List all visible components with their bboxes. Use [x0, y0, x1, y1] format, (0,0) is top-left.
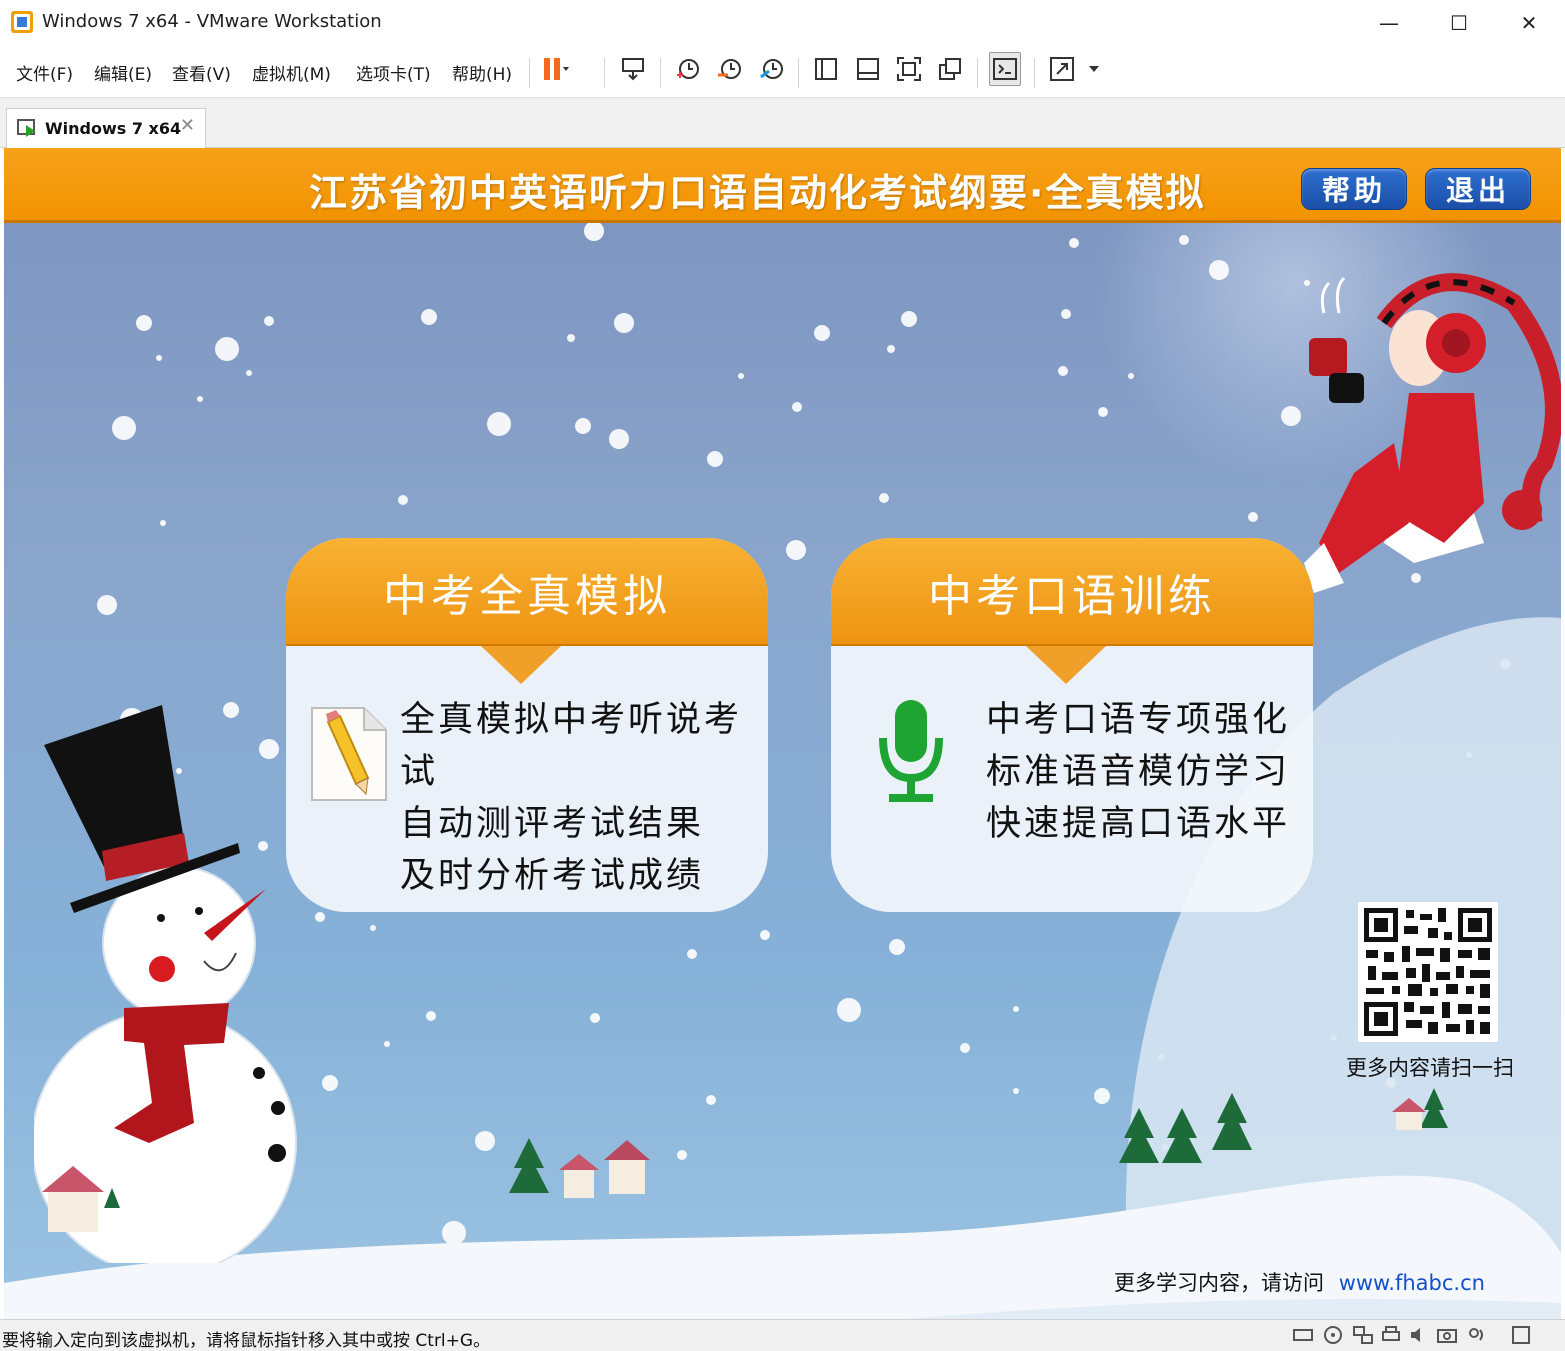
- card-line: 自动测评考试结果: [400, 804, 705, 844]
- message-log-icon[interactable]: [1510, 1324, 1532, 1346]
- usb-device-icon[interactable]: [1466, 1324, 1488, 1346]
- snapshot-icon[interactable]: [672, 52, 704, 86]
- printer-icon[interactable]: [1380, 1324, 1402, 1346]
- camera-icon[interactable]: [1436, 1324, 1458, 1346]
- vm-tab-label: Windows 7 x64: [45, 119, 182, 138]
- thumbnail-bar-icon[interactable]: [852, 52, 884, 86]
- vm-tab[interactable]: Windows 7 x64 ✕: [6, 108, 206, 148]
- menu-edit[interactable]: 编辑(E): [94, 60, 152, 85]
- app-title: 江苏省初中英语听力口语自动化考试纲要·全真模拟: [309, 171, 1206, 215]
- village-scenery: [42, 1088, 1448, 1232]
- console-view-icon[interactable]: [989, 52, 1021, 86]
- guest-screen[interactable]: 江苏省初中英语听力口语自动化考试纲要·全真模拟 帮助 退出 中考全真模拟 全真模…: [4, 148, 1561, 1319]
- card-arrow: [1026, 646, 1106, 684]
- menu-file[interactable]: 文件(F): [16, 60, 73, 85]
- card-line: 全真模拟中考听说考试: [400, 700, 743, 792]
- revert-snapshot-icon[interactable]: [714, 52, 746, 86]
- exit-button[interactable]: 退出: [1425, 168, 1531, 210]
- menu-view[interactable]: 查看(V): [172, 60, 231, 85]
- vm-running-icon: [17, 119, 35, 137]
- microphone-icon: [879, 700, 943, 802]
- oral-training-card[interactable]: 中考口语训练 中考口语专项强化 标准语音模仿学习 快速提高口语水平: [831, 538, 1313, 912]
- card-title: 中考口语训练: [928, 571, 1216, 622]
- card-line: 及时分析考试成绩: [400, 856, 705, 896]
- menu-help[interactable]: 帮助(H): [452, 60, 512, 85]
- footer: 更多学习内容，请访问 www.fhabc.cn: [1114, 1267, 1485, 1297]
- network-icon[interactable]: [1352, 1324, 1374, 1346]
- help-button[interactable]: 帮助: [1301, 168, 1407, 210]
- qr-code-image: [1358, 902, 1498, 1042]
- snapshot-manager-icon[interactable]: [756, 52, 788, 86]
- full-screen-icon[interactable]: [893, 52, 925, 86]
- window-title-bar: Windows 7 x64 - VMware Workstation — ☐ ✕: [0, 0, 1565, 46]
- card-description: 中考口语专项强化 标准语音模仿学习 快速提高口语水平: [986, 694, 1290, 850]
- vmware-app-icon: [11, 11, 33, 33]
- cd-dvd-icon[interactable]: [1322, 1324, 1344, 1346]
- unity-icon[interactable]: [934, 52, 966, 86]
- qr-label: 更多内容请扫一扫: [1346, 1056, 1514, 1080]
- card-title: 中考全真模拟: [383, 571, 671, 622]
- close-button[interactable]: ✕: [1494, 0, 1564, 46]
- show-library-icon[interactable]: [810, 52, 842, 86]
- card-header: 中考口语训练: [831, 538, 1313, 646]
- window-title: Windows 7 x64 - VMware Workstation: [42, 11, 382, 32]
- card-line: 快速提高口语水平: [986, 804, 1291, 844]
- chevron-down-icon[interactable]: [1078, 52, 1110, 86]
- website-link[interactable]: www.fhabc.cn: [1339, 1271, 1485, 1295]
- send-ctrl-alt-del-icon[interactable]: [617, 52, 649, 86]
- status-text: 要将输入定向到该虚拟机，请将鼠标指针移入其中或按 Ctrl+G。: [2, 1331, 491, 1351]
- footer-text: 更多学习内容，请访问: [1114, 1271, 1324, 1295]
- card-description: 全真模拟中考听说考试 自动测评考试结果 及时分析考试成绩: [400, 694, 768, 902]
- menu-tabs[interactable]: 选项卡(T): [356, 60, 431, 85]
- mock-exam-card[interactable]: 中考全真模拟 全真模拟中考听说考试 自动测评考试结果 及时分析考试成绩: [286, 538, 768, 912]
- sound-icon[interactable]: [1408, 1324, 1430, 1346]
- pencil-document-icon: [311, 707, 387, 801]
- vm-tab-strip: Windows 7 x64 ✕: [0, 98, 1565, 148]
- stretch-guest-icon[interactable]: [1046, 52, 1078, 86]
- pause-icon[interactable]: [540, 52, 572, 86]
- card-line: 标准语音模仿学习: [986, 752, 1291, 792]
- menu-vm[interactable]: 虚拟机(M): [252, 60, 331, 85]
- minimize-button[interactable]: —: [1354, 0, 1424, 46]
- girl-illustration: [1304, 273, 1561, 593]
- card-line: 中考口语专项强化: [986, 700, 1291, 740]
- app-header: 江苏省初中英语听力口语自动化考试纲要·全真模拟 帮助 退出: [4, 148, 1561, 223]
- status-bar: 要将输入定向到该虚拟机，请将鼠标指针移入其中或按 Ctrl+G。: [0, 1319, 1565, 1351]
- card-header: 中考全真模拟: [286, 538, 768, 646]
- tab-close-icon[interactable]: ✕: [180, 115, 195, 136]
- hard-disk-icon[interactable]: [1292, 1324, 1314, 1346]
- card-arrow: [481, 646, 561, 684]
- maximize-button[interactable]: ☐: [1424, 0, 1494, 46]
